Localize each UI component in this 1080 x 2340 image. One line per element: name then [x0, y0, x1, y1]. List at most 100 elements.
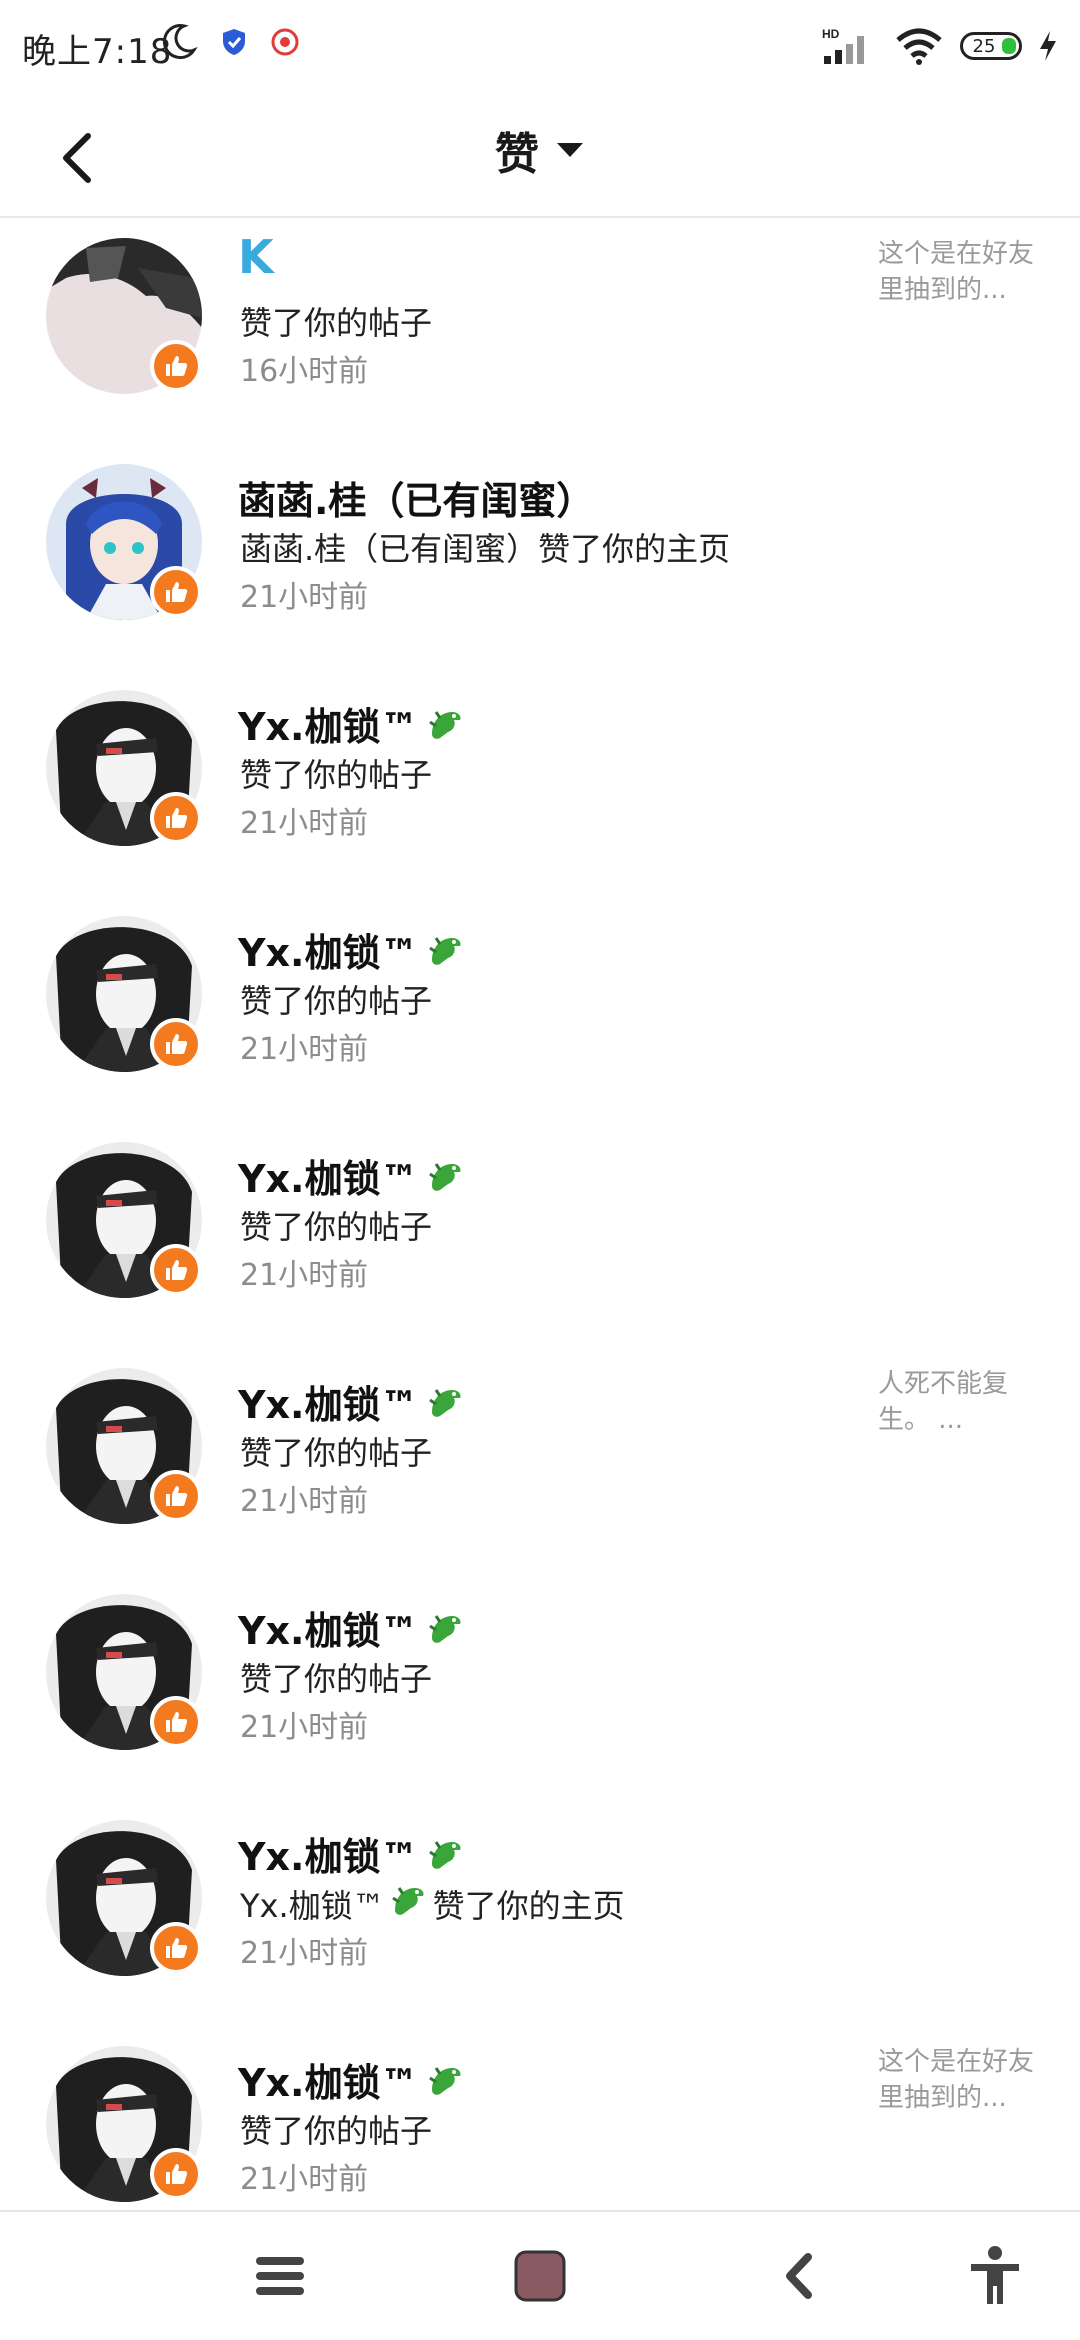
- like-action-text: 赞了你的帖子: [240, 1654, 432, 1700]
- like-action-text: Yx.枷锁™ 赞了你的主页: [240, 1880, 625, 1928]
- user-avatar[interactable]: [46, 916, 202, 1072]
- battery-indicator: 25: [960, 32, 1022, 60]
- user-name-text: K: [238, 230, 274, 284]
- like-badge: [150, 1470, 202, 1522]
- like-badge: [150, 1244, 202, 1296]
- like-notification-row[interactable]: Yx.枷锁™ 赞了你的帖子 21小时前 人死不能复生。 ...: [0, 1350, 1080, 1576]
- user-name[interactable]: Yx.枷锁™: [238, 1826, 466, 1881]
- like-action-segment: 赞了你的帖子: [240, 1660, 433, 1698]
- user-name[interactable]: Yx.枷锁™: [238, 1374, 466, 1429]
- accessibility-button[interactable]: [955, 2236, 1035, 2316]
- user-name[interactable]: Yx.枷锁™: [238, 2052, 466, 2107]
- status-time: 晚上7:18: [22, 32, 173, 72]
- like-notification-row[interactable]: Yx.枷锁™ 赞了你的帖子 21小时前: [0, 898, 1080, 1124]
- like-time: 21小时前: [240, 2162, 369, 2197]
- like-action-text: 赞了你的帖子: [240, 2106, 432, 2152]
- post-preview[interactable]: 这个是在好友里抽到的...: [878, 2044, 1038, 2116]
- like-badge: [150, 2148, 202, 2200]
- like-time: 21小时前: [240, 1936, 369, 1971]
- user-name[interactable]: Yx.枷锁™: [238, 696, 466, 751]
- charging-icon: [1040, 31, 1056, 61]
- like-action-text: 赞了你的帖子: [240, 298, 432, 344]
- like-notification-row[interactable]: K 赞了你的帖子 16小时前 这个是在好友里抽到的...: [0, 220, 1080, 446]
- dragon-emoji-icon: [429, 1840, 461, 1869]
- user-name[interactable]: Yx.枷锁™: [238, 1148, 466, 1203]
- user-name-text: Yx.枷锁™: [238, 1157, 419, 1201]
- like-time: 21小时前: [240, 1258, 369, 1293]
- header: 赞: [0, 98, 1080, 218]
- like-badge: [150, 1922, 202, 1974]
- like-time: 21小时前: [240, 806, 369, 841]
- likes-list: K 赞了你的帖子 16小时前 这个是在好友里抽到的... 菡菡.桂（已有闺蜜） 菡菡.桂（…: [0, 220, 1080, 2254]
- like-badge: [150, 340, 202, 392]
- dragon-emoji-icon: [429, 2066, 461, 2095]
- like-notification-row[interactable]: Yx.枷锁™ 赞了你的帖子 21小时前: [0, 1576, 1080, 1802]
- like-notification-row[interactable]: Yx.枷锁™ 赞了你的帖子 21小时前: [0, 1124, 1080, 1350]
- nav-back-button[interactable]: [760, 2236, 840, 2316]
- user-avatar[interactable]: [46, 238, 202, 394]
- post-preview[interactable]: 人死不能复生。 ...: [878, 1366, 1038, 1438]
- user-name-text: Yx.枷锁™: [238, 705, 419, 749]
- dragon-emoji-icon: [391, 1887, 424, 1915]
- user-name-text: Yx.枷锁™: [238, 931, 419, 975]
- like-badge: [150, 1018, 202, 1070]
- dragon-emoji-icon: [429, 1614, 461, 1643]
- user-name-text: Yx.枷锁™: [238, 1383, 419, 1427]
- like-action-segment: 赞了你的帖子: [240, 1434, 433, 1472]
- home-button[interactable]: [500, 2236, 580, 2316]
- like-time: 16小时前: [240, 354, 369, 389]
- security-app-icon: [271, 28, 299, 56]
- dragon-emoji-icon: [429, 1388, 461, 1417]
- like-notification-row[interactable]: Yx.枷锁™ 赞了你的帖子 21小时前: [0, 672, 1080, 898]
- user-name[interactable]: Yx.枷锁™: [238, 922, 466, 977]
- battery-fill: [1002, 38, 1016, 54]
- caret-down-icon: [557, 143, 583, 157]
- like-notification-row[interactable]: Yx.枷锁™ Yx.枷锁™ 赞了你的主页 21小时前: [0, 1802, 1080, 2028]
- status-right-icons: HD 25: [822, 26, 1058, 66]
- page-title: 赞: [495, 129, 539, 180]
- like-badge: [150, 566, 202, 618]
- dragon-emoji-icon: [389, 1880, 429, 1928]
- like-time: 21小时前: [240, 1484, 369, 1519]
- status-bar: 晚上7:18 HD 25: [0, 0, 1080, 98]
- post-preview[interactable]: 这个是在好友里抽到的...: [878, 236, 1038, 308]
- user-avatar[interactable]: [46, 464, 202, 620]
- thumbs-up-icon: [166, 356, 188, 376]
- user-avatar[interactable]: [46, 1820, 202, 1976]
- user-name[interactable]: K: [238, 230, 274, 284]
- menu-button[interactable]: [240, 2236, 320, 2316]
- user-avatar[interactable]: [46, 1594, 202, 1750]
- accessibility-icon: [971, 2246, 1019, 2304]
- user-name[interactable]: Yx.枷锁™: [238, 1600, 466, 1655]
- like-action-segment: 赞了你的帖子: [240, 756, 433, 794]
- user-name-text: Yx.枷锁™: [238, 1835, 419, 1879]
- like-notification-row[interactable]: 菡菡.桂（已有闺蜜） 菡菡.桂（已有闺蜜）赞了你的主页 21小时前: [0, 446, 1080, 672]
- svg-text:HD: HD: [822, 27, 840, 41]
- dragon-emoji-icon: [429, 1162, 461, 1191]
- like-action-segment: 赞了你的帖子: [240, 2112, 433, 2150]
- wifi-icon: [896, 28, 942, 65]
- user-avatar[interactable]: [46, 1142, 202, 1298]
- like-time: 21小时前: [240, 1032, 369, 1067]
- like-action-text: 赞了你的帖子: [240, 1202, 432, 1248]
- like-action-segment: 菡菡.桂（已有闺蜜）赞了你的主页: [240, 530, 731, 568]
- user-avatar[interactable]: [46, 690, 202, 846]
- like-time: 21小时前: [240, 580, 369, 615]
- user-avatar[interactable]: [46, 1368, 202, 1524]
- shield-icon: [223, 29, 245, 55]
- battery-level: 25: [972, 35, 996, 57]
- thumbs-up-icon: [166, 1486, 188, 1506]
- title-dropdown[interactable]: 赞: [0, 118, 1080, 182]
- like-time: 21小时前: [240, 1710, 369, 1745]
- like-badge: [150, 792, 202, 844]
- thumbs-up-icon: [166, 808, 188, 828]
- signal-icon: HD: [822, 27, 864, 64]
- system-nav-bar: [0, 2210, 1080, 2340]
- like-action-segment: 赞了你的帖子: [240, 982, 433, 1020]
- dragon-emoji-icon: [429, 936, 461, 965]
- user-avatar[interactable]: [46, 2046, 202, 2202]
- user-name-text: Yx.枷锁™: [238, 1609, 419, 1653]
- status-left-icons: [158, 22, 300, 62]
- like-action-segment: 赞了你的主页: [432, 1887, 625, 1925]
- user-name[interactable]: 菡菡.桂（已有闺蜜）: [238, 470, 594, 525]
